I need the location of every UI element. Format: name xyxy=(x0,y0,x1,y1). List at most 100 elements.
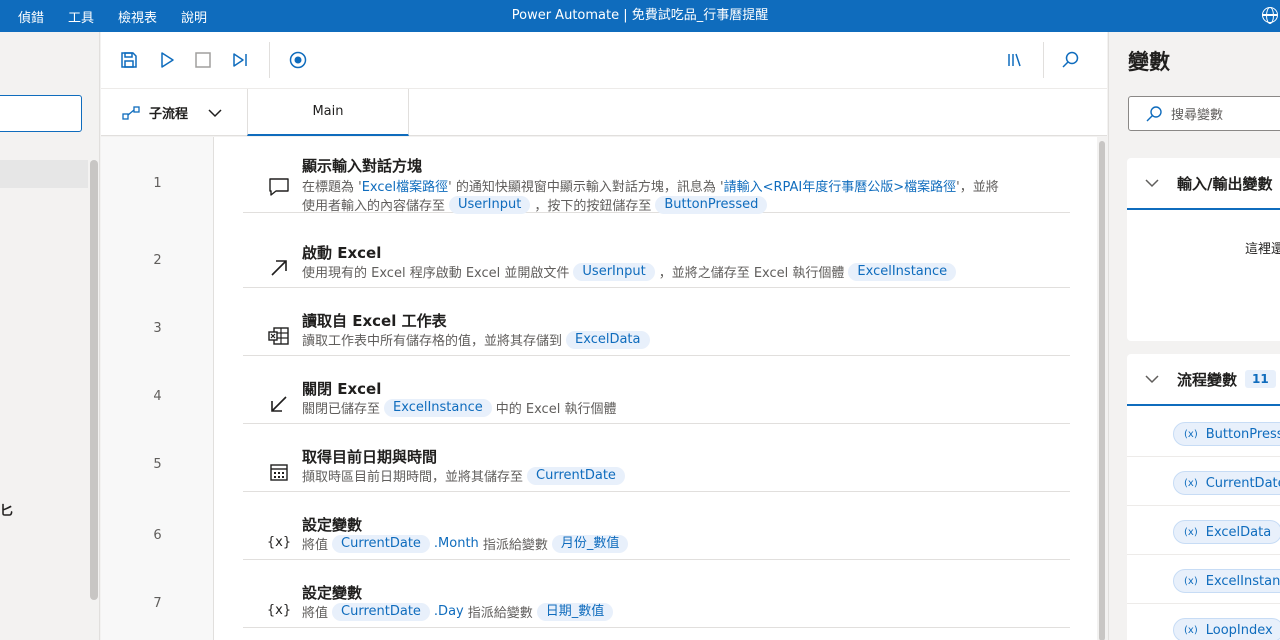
line-number: 1 xyxy=(153,175,162,191)
action-row[interactable]: 3 讀取自 Excel 工作表 讀取工作表中所有儲存格的值，並將其存儲到 Exce… xyxy=(101,296,1091,364)
variable-icon: (x) xyxy=(1184,477,1198,489)
desc-property: .Day xyxy=(433,604,464,619)
action-row[interactable]: 1 顯示輸入對話方塊 在標題為 ' Excel檔案路徑 ' 的通知快顯視窗中顯示輸入… xyxy=(101,149,1091,217)
action-row[interactable]: 2 啟動 Excel 使用現有的 Excel 程序啟動 Excel 並開啟文件 U… xyxy=(101,228,1091,296)
desc-value: Excel檔案路徑 xyxy=(361,180,449,195)
action-card[interactable]: 啟動 Excel 使用現有的 Excel 程序啟動 Excel 並開啟文件 Use… xyxy=(243,236,1070,288)
io-variables-header[interactable]: 輸入/輸出變數 xyxy=(1127,158,1280,210)
variable-chip[interactable]: (x) ExcelData xyxy=(1173,520,1280,544)
search-variables-input[interactable]: 搜尋變數 xyxy=(1128,96,1280,131)
variable-pill[interactable]: 日期_數值 xyxy=(536,602,614,621)
variable-chip[interactable]: (x) LoopIndex xyxy=(1173,618,1280,640)
menu-tools[interactable]: 工具 xyxy=(68,7,94,26)
step-next-icon xyxy=(233,53,247,67)
action-card[interactable]: 取得目前日期與時間 擷取時區目前日期時間，並將其儲存至 CurrentDate xyxy=(243,440,1070,492)
canvas-scrollbar[interactable] xyxy=(1097,137,1107,640)
action-card[interactable]: 顯示輸入對話方塊 在標題為 ' Excel檔案路徑 ' 的通知快顯視窗中顯示輸入對話… xyxy=(243,157,1070,214)
record-button[interactable] xyxy=(287,49,309,71)
action-card[interactable]: {x} 設定變數 將值 CurrentDate .Day 指派給變數 日期_數值 xyxy=(243,576,1070,628)
action-card[interactable]: 關閉 Excel 關閉已儲存至 ExcelInstance 中的 Excel 執行個… xyxy=(243,372,1070,424)
search-icon xyxy=(1146,105,1162,121)
chevron-down-icon xyxy=(1145,375,1159,384)
variable-pill[interactable]: 月份_數值 xyxy=(551,534,629,553)
variable-chip[interactable]: (x) CurrentDate xyxy=(1173,471,1280,495)
variables-title: 變數 xyxy=(1128,50,1170,74)
variable-chip[interactable]: (x) ButtonPressed xyxy=(1173,422,1280,446)
desc-text: ' 的通知快顯視窗中顯示輸入對話方塊，訊息為 ' xyxy=(448,180,724,195)
variable-name: ButtonPressed xyxy=(1205,426,1280,442)
action-card[interactable]: 讀取自 Excel 工作表 讀取工作表中所有儲存格的值，並將其存儲到 ExcelD… xyxy=(243,304,1070,356)
chevron-down-icon xyxy=(208,108,222,117)
desc-text: 關閉已儲存至 xyxy=(302,402,381,417)
action-title: 取得目前日期與時間 xyxy=(302,448,438,466)
stop-button[interactable] xyxy=(192,49,214,71)
variable-pill[interactable]: ExcelInstance xyxy=(384,398,492,417)
desc-text: 指派給變數 xyxy=(467,606,533,621)
variable-chip[interactable]: (x) ExcelInstance xyxy=(1173,569,1280,593)
action-card[interactable]: {x} 設定變數 將值 CurrentDate .Month 指派給變數 月份_數值 xyxy=(243,508,1070,560)
action-row[interactable]: 7 {x} 設定變數 將值 CurrentDate .Day 指派給變數 日期_數值 xyxy=(101,568,1091,636)
record-icon xyxy=(289,51,307,69)
variable-pill[interactable]: ExcelInstance xyxy=(848,262,957,281)
desc-text: ，按下的按鈕儲存至 xyxy=(534,199,652,214)
actions-search-input[interactable] xyxy=(0,95,82,132)
variable-row[interactable]: (x) ExcelData xyxy=(1127,506,1280,555)
variable-pill[interactable]: CurrentDate xyxy=(527,466,625,485)
tab-main[interactable]: Main xyxy=(247,89,409,136)
subflow-icon xyxy=(122,105,140,120)
excel-read-icon xyxy=(267,324,291,348)
flow-variables-header[interactable]: 流程變數 11 xyxy=(1127,354,1280,406)
menu-help[interactable]: 說明 xyxy=(181,7,207,26)
variable-pill[interactable]: CurrentDate xyxy=(332,534,430,553)
variable-pill[interactable]: UserInput xyxy=(449,195,531,214)
flow-variables-title: 流程變數 xyxy=(1177,370,1238,389)
actions-selected-row[interactable] xyxy=(0,160,88,188)
action-title: 設定變數 xyxy=(302,516,363,534)
library-icon xyxy=(1008,53,1021,67)
action-row[interactable]: 6 {x} 設定變數 將值 CurrentDate .Month 指派給變數 月份_數值 xyxy=(101,500,1091,568)
actions-scrollbar[interactable] xyxy=(90,160,98,600)
actions-category-label[interactable]: 匕 xyxy=(0,500,13,519)
globe-icon[interactable] xyxy=(1262,7,1278,24)
variable-pill[interactable]: ExcelData xyxy=(566,330,650,349)
variable-pill[interactable]: UserInput xyxy=(573,262,655,281)
action-title: 關閉 Excel xyxy=(302,380,382,398)
variable-pill[interactable]: CurrentDate xyxy=(332,602,430,621)
action-title: 設定變數 xyxy=(302,584,363,602)
desc-text: ，並將之儲存至 Excel 執行個體 xyxy=(658,266,845,281)
action-row[interactable]: 4 關閉 Excel 關閉已儲存至 ExcelInstance 中的 Excel 執… xyxy=(101,364,1091,432)
action-description: 讀取工作表中所有儲存格的值，並將其存儲到 ExcelData xyxy=(302,330,654,349)
menu-view[interactable]: 檢視表 xyxy=(118,7,157,26)
assets-library-button[interactable] xyxy=(1004,49,1026,71)
stop-icon xyxy=(195,52,211,68)
scrollbar-thumb[interactable] xyxy=(1099,141,1105,640)
desc-text: 讀取工作表中所有儲存格的值，並將其存儲到 xyxy=(302,334,563,349)
menu-debug[interactable]: 偵錯 xyxy=(18,7,44,26)
subflows-dropdown[interactable]: 子流程 xyxy=(121,103,222,122)
next-action-button[interactable] xyxy=(229,49,251,71)
action-row[interactable]: 5 取得目前日期與時間 擷取時區目前日期時間，並將其儲存至 CurrentDate xyxy=(101,432,1091,500)
variable-icon: (x) xyxy=(1184,575,1198,587)
variable-pill[interactable]: ButtonPressed xyxy=(655,195,768,214)
action-title: 啟動 Excel xyxy=(302,244,382,262)
variable-row[interactable]: (x) CurrentDate xyxy=(1127,457,1280,506)
action-description: 擷取時區目前日期時間，並將其儲存至 CurrentDate xyxy=(302,466,629,485)
desc-text: 在標題為 ' xyxy=(302,180,362,195)
save-button[interactable] xyxy=(118,49,140,71)
action-title: 讀取自 Excel 工作表 xyxy=(302,312,447,330)
variable-row[interactable]: (x) ExcelInstance xyxy=(1127,555,1280,604)
line-number: 6 xyxy=(153,527,162,543)
desc-text: 將值 xyxy=(302,538,329,553)
title-bar: 偵錯 工具 檢視表 說明 Power Automate | 免費試吃品_行事曆提… xyxy=(0,0,1280,32)
desc-value: 請輸入<RPAI年度行事曆公版>檔案路徑 xyxy=(723,180,957,195)
chevron-down-icon xyxy=(1145,179,1159,188)
action-description: 在標題為 ' Excel檔案路徑 ' 的通知快顯視窗中顯示輸入對話方塊，訊息為 ' 請… xyxy=(302,176,999,195)
run-button[interactable] xyxy=(156,49,178,71)
variable-row[interactable]: (x) LoopIndex xyxy=(1127,604,1280,640)
flow-variables-count: 11 xyxy=(1245,370,1276,388)
variable-row[interactable]: (x) ButtonPressed xyxy=(1127,408,1280,457)
variable-icon: {x} xyxy=(266,534,292,550)
actions-pane: 匕 xyxy=(0,32,100,640)
search-flow-button[interactable] xyxy=(1059,49,1081,71)
desc-text: 指派給變數 xyxy=(482,538,548,553)
